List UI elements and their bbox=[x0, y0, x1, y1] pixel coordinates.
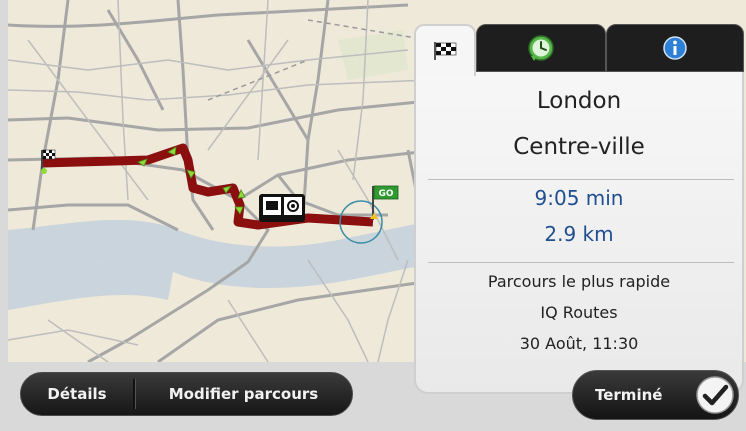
divider bbox=[428, 262, 734, 263]
tab-traffic[interactable] bbox=[476, 24, 606, 72]
departure-time: 30 Août, 11:30 bbox=[519, 334, 639, 353]
route-distance: 2.9 km bbox=[544, 222, 614, 246]
route-summary-screen: GO London Centre-ville 9:05 min 2.9 km P… bbox=[0, 0, 746, 431]
speed-camera-icon bbox=[259, 194, 305, 222]
checkmark-icon bbox=[696, 376, 734, 414]
route-source: IQ Routes bbox=[540, 303, 618, 322]
tab-route-summary[interactable] bbox=[414, 24, 476, 76]
checkered-flag-icon bbox=[434, 42, 457, 60]
travel-time: 9:05 min bbox=[534, 186, 624, 210]
info-icon bbox=[663, 36, 687, 60]
divider bbox=[428, 179, 734, 180]
bottom-button-bar: Détails Modifier parcours bbox=[20, 372, 353, 416]
go-label: GO bbox=[378, 189, 393, 199]
route-info-panel: London Centre-ville 9:05 min 2.9 km Parc… bbox=[414, 24, 744, 394]
clock-traffic-icon bbox=[528, 35, 554, 61]
destination-city: London bbox=[536, 88, 622, 114]
route-summary-body: London Centre-ville 9:05 min 2.9 km Parc… bbox=[414, 72, 744, 394]
done-label: Terminé bbox=[595, 386, 663, 404]
modify-route-button[interactable]: Modifier parcours bbox=[135, 373, 352, 415]
route-type: Parcours le plus rapide bbox=[487, 272, 671, 291]
done-button[interactable]: Terminé bbox=[572, 370, 739, 420]
destination-area: Centre-ville bbox=[513, 134, 645, 160]
details-button[interactable]: Détails bbox=[21, 373, 133, 415]
tab-info[interactable] bbox=[606, 24, 744, 72]
